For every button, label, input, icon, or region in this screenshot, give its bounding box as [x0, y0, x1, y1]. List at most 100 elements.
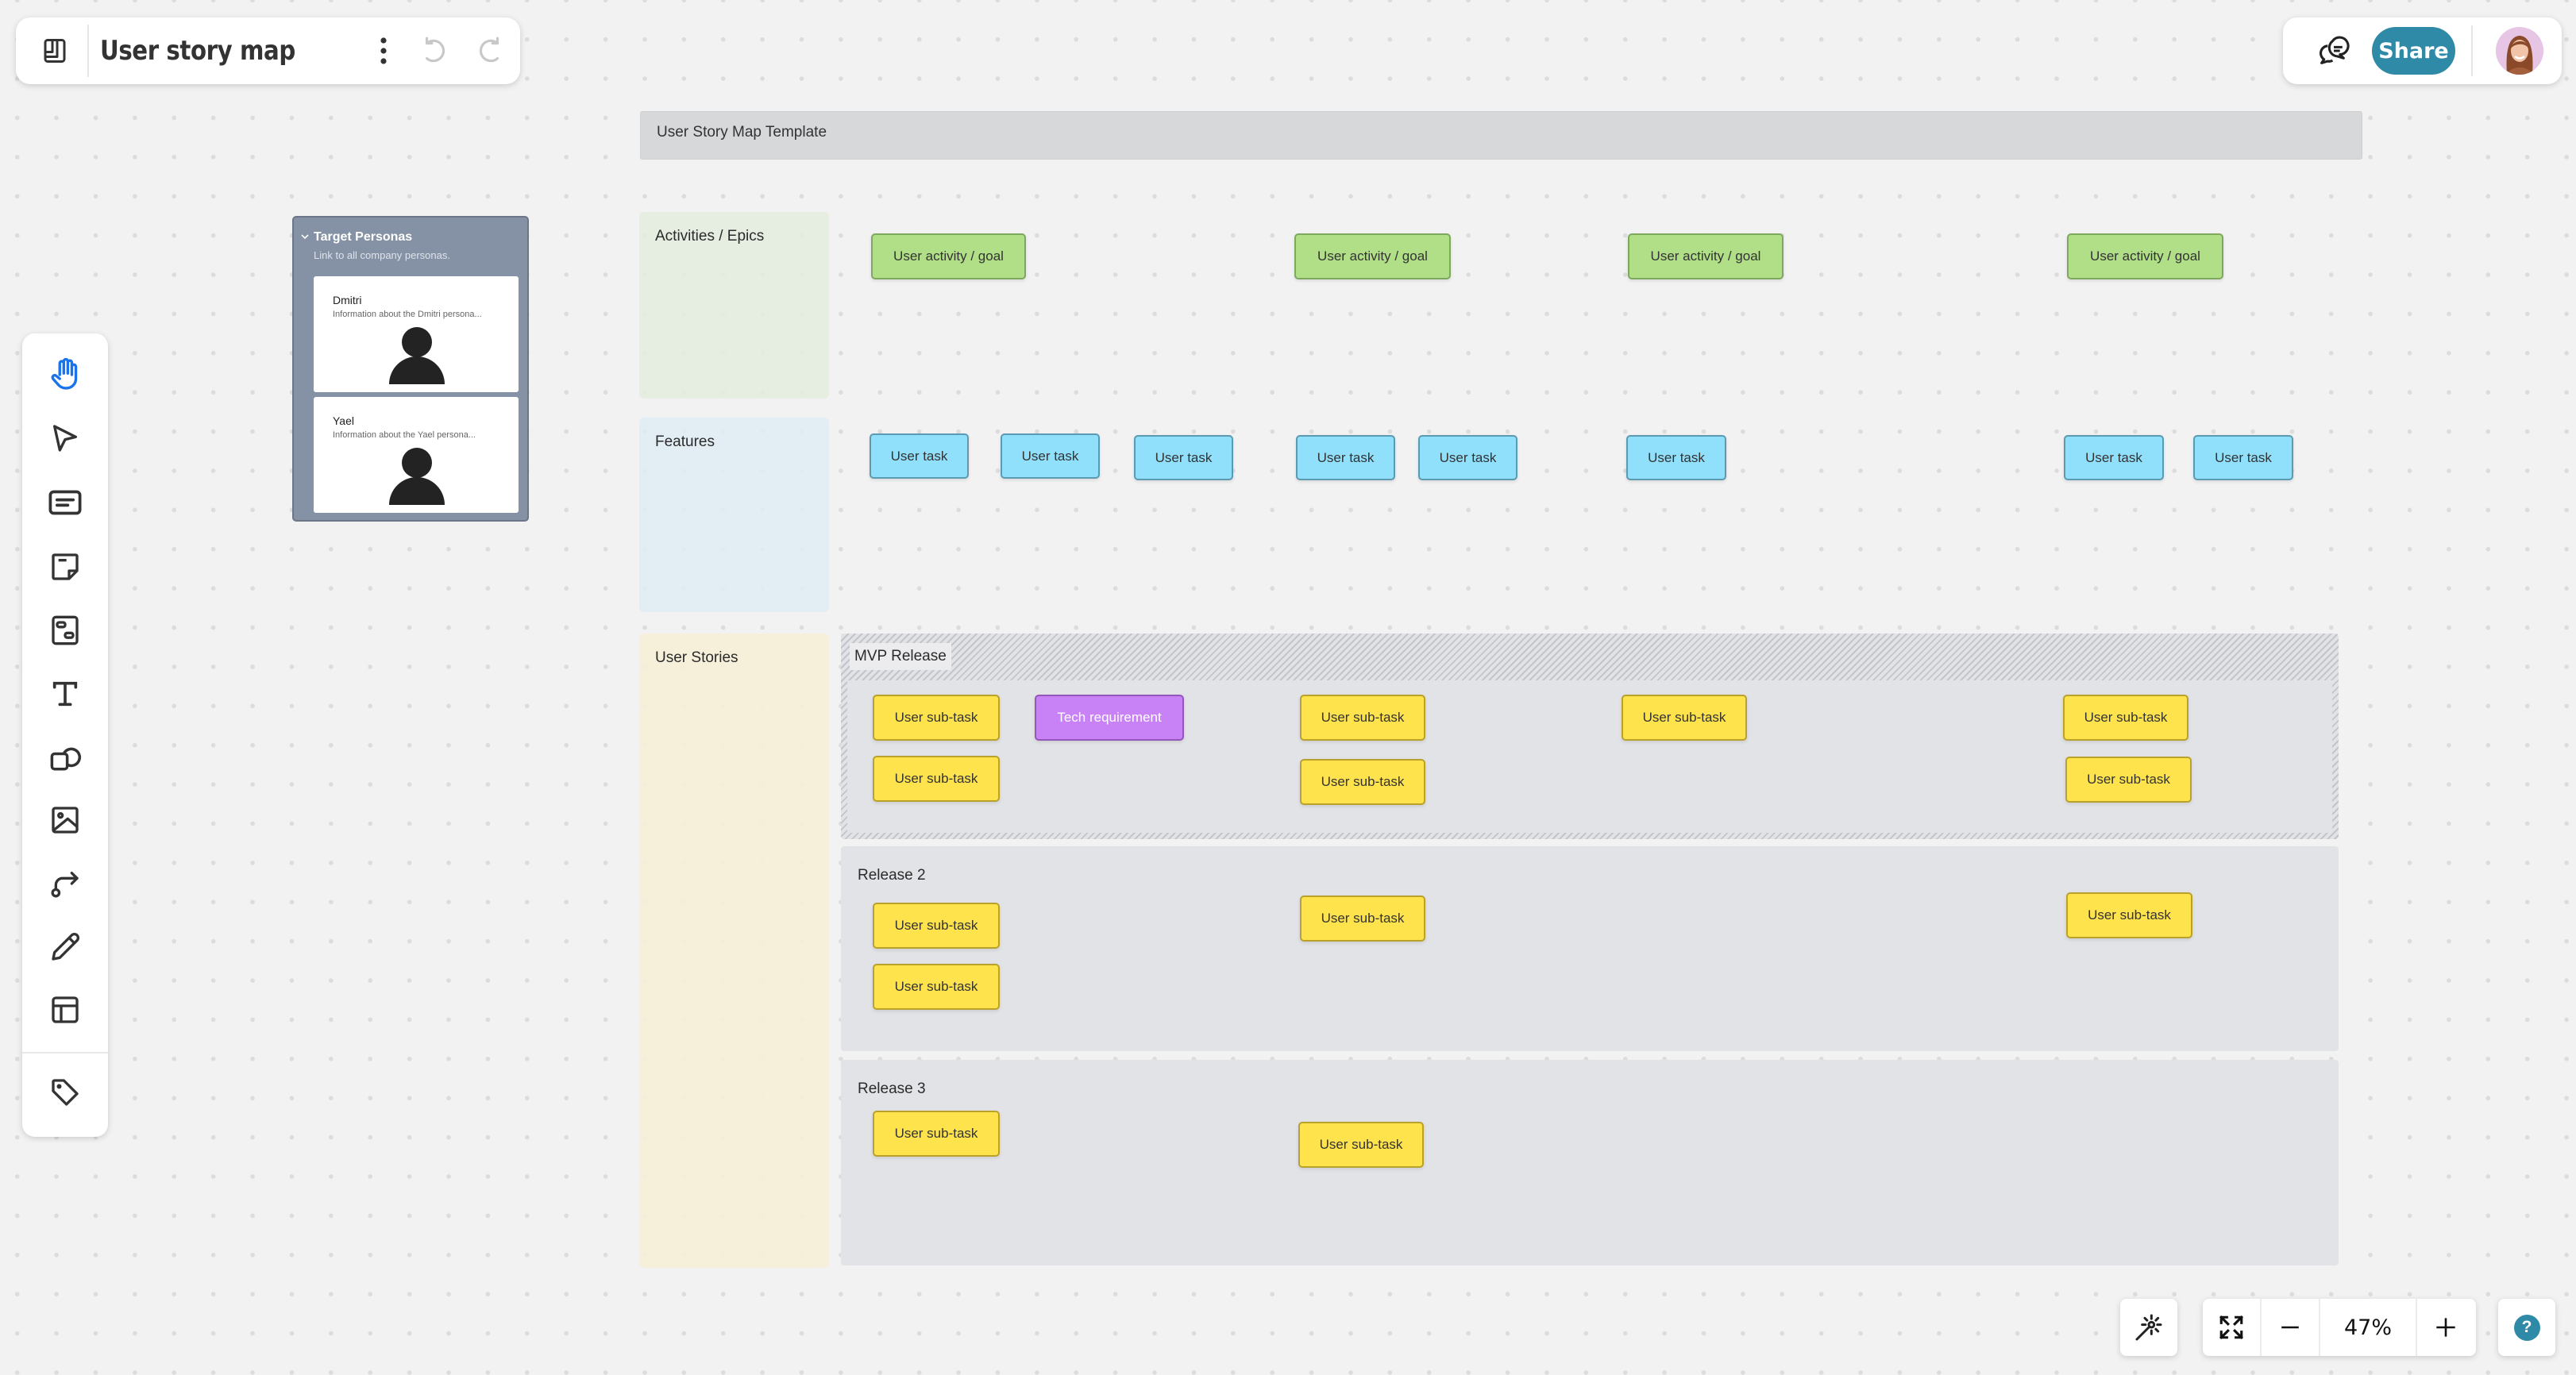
connector-icon [51, 872, 79, 898]
template-block-icon [52, 615, 79, 645]
user-avatar[interactable] [2496, 27, 2543, 75]
undo-button[interactable] [413, 29, 456, 72]
personas-subtitle: Link to all company personas. [314, 249, 450, 261]
help-icon: ? [2513, 1314, 2540, 1341]
subtask-card[interactable]: User sub-task [1300, 695, 1425, 741]
document-toolbar: User story map [16, 17, 520, 84]
tool-layout[interactable] [41, 986, 89, 1034]
comments-button[interactable] [2315, 32, 2353, 70]
toolbar-divider [2471, 25, 2473, 76]
avatar-portrait-icon [2496, 27, 2543, 75]
share-button[interactable]: Share [2372, 27, 2455, 75]
activity-card[interactable]: User activity / goal [1294, 233, 1451, 279]
tool-select[interactable] [41, 414, 89, 462]
redo-button[interactable] [469, 29, 511, 72]
comments-icon [2320, 36, 2350, 64]
fit-to-screen-button[interactable] [2203, 1299, 2260, 1356]
subtask-card[interactable]: User sub-task [1622, 695, 1747, 741]
release-title[interactable]: Release 2 [858, 867, 926, 884]
lane-activities[interactable]: Activities / Epics [639, 212, 829, 399]
text-icon [52, 681, 78, 707]
tool-image[interactable] [41, 796, 89, 844]
tool-pen[interactable] [41, 923, 89, 971]
subtask-card[interactable]: User sub-task [2063, 695, 2188, 741]
zoom-out-button[interactable] [2262, 1299, 2319, 1356]
tool-connector[interactable] [41, 860, 89, 907]
magic-wand-icon [2135, 1314, 2162, 1341]
activity-card[interactable]: User activity / goal [871, 233, 1026, 279]
fit-to-screen-icon [2219, 1315, 2243, 1339]
image-icon [52, 807, 79, 834]
subtask-card[interactable]: User sub-task [1300, 759, 1425, 805]
tech-requirement-card[interactable]: Tech requirement [1035, 695, 1184, 741]
release-title[interactable]: Release 3 [858, 1080, 926, 1098]
activity-card[interactable]: User activity / goal [1628, 233, 1784, 279]
zoom-controls: 47% [2203, 1299, 2476, 1356]
persona-card-yael[interactable]: Yael Information about the Yael persona.… [314, 397, 519, 513]
persona-name: Dmitri [333, 294, 362, 306]
tool-palette [22, 333, 108, 1137]
sticky-note-icon [52, 553, 79, 580]
chevron-down-icon[interactable] [300, 232, 310, 241]
plus-icon [2436, 1318, 2455, 1337]
tag-icon [52, 1079, 79, 1106]
lane-features[interactable]: Features [639, 418, 829, 612]
task-card[interactable]: User task [2064, 435, 2164, 480]
task-card[interactable]: User task [1626, 435, 1726, 480]
task-card[interactable]: User task [1134, 435, 1233, 480]
pointer-icon [53, 425, 78, 452]
subtask-card[interactable]: User sub-task [873, 964, 1000, 1010]
subtask-card[interactable]: User sub-task [1298, 1122, 1424, 1168]
tool-shapes[interactable] [41, 733, 89, 780]
card-icon [48, 490, 82, 515]
tool-card[interactable] [41, 479, 89, 526]
shapes-icon [50, 747, 82, 771]
tool-text[interactable] [41, 670, 89, 718]
personas-title: Target Personas [314, 230, 413, 244]
document-title[interactable]: User story map [100, 35, 305, 67]
task-card[interactable]: User task [1001, 433, 1100, 479]
task-card[interactable]: User task [2193, 435, 2293, 480]
persona-card-dmitri[interactable]: Dmitri Information about the Dmitri pers… [314, 276, 519, 392]
activity-card[interactable]: User activity / goal [2067, 233, 2223, 279]
undo-icon [425, 37, 445, 63]
collaboration-toolbar: Share [2283, 17, 2562, 84]
help-button[interactable]: ? [2498, 1299, 2555, 1356]
subtask-card[interactable]: User sub-task [873, 695, 1000, 741]
palette-divider [22, 1052, 108, 1053]
template-title-bar[interactable]: User Story Map Template [640, 111, 2362, 160]
more-vertical-icon [380, 37, 387, 64]
task-card[interactable]: User task [870, 433, 969, 479]
release-title[interactable]: MVP Release [850, 643, 951, 670]
tool-template-block[interactable] [41, 607, 89, 654]
board-menu-button[interactable] [33, 29, 76, 72]
tool-tag[interactable] [41, 1069, 89, 1116]
pen-icon [52, 932, 80, 961]
toolbar-divider [87, 25, 89, 77]
persona-description: Information about the Yael persona... [333, 430, 476, 440]
minus-icon [2281, 1326, 2299, 1329]
persona-description: Information about the Dmitri persona... [333, 310, 482, 319]
subtask-card[interactable]: User sub-task [873, 756, 1000, 802]
subtask-card[interactable]: User sub-task [2066, 892, 2192, 938]
lane-label: User Stories [655, 649, 738, 666]
subtask-card[interactable]: User sub-task [1300, 895, 1425, 942]
release-3[interactable]: Release 3 [841, 1060, 2339, 1265]
tool-hand[interactable] [41, 351, 89, 399]
subtask-card[interactable]: User sub-task [2065, 757, 2192, 803]
redo-icon [479, 37, 499, 63]
task-card[interactable]: User task [1418, 435, 1517, 480]
task-card[interactable]: User task [1296, 435, 1395, 480]
zoom-in-button[interactable] [2417, 1299, 2474, 1356]
subtask-card[interactable]: User sub-task [873, 903, 1000, 949]
board-menu-icon [44, 39, 66, 63]
more-options-button[interactable] [362, 29, 405, 72]
lane-user-stories[interactable]: User Stories [639, 634, 829, 1268]
target-personas-panel[interactable]: Target Personas Link to all company pers… [292, 216, 529, 522]
magic-button[interactable] [2120, 1299, 2177, 1356]
release-2[interactable]: Release 2 [841, 846, 2339, 1051]
subtask-card[interactable]: User sub-task [873, 1111, 1000, 1157]
zoom-level[interactable]: 47% [2320, 1299, 2416, 1356]
tool-sticky-note[interactable] [41, 543, 89, 591]
hand-icon [51, 357, 78, 390]
